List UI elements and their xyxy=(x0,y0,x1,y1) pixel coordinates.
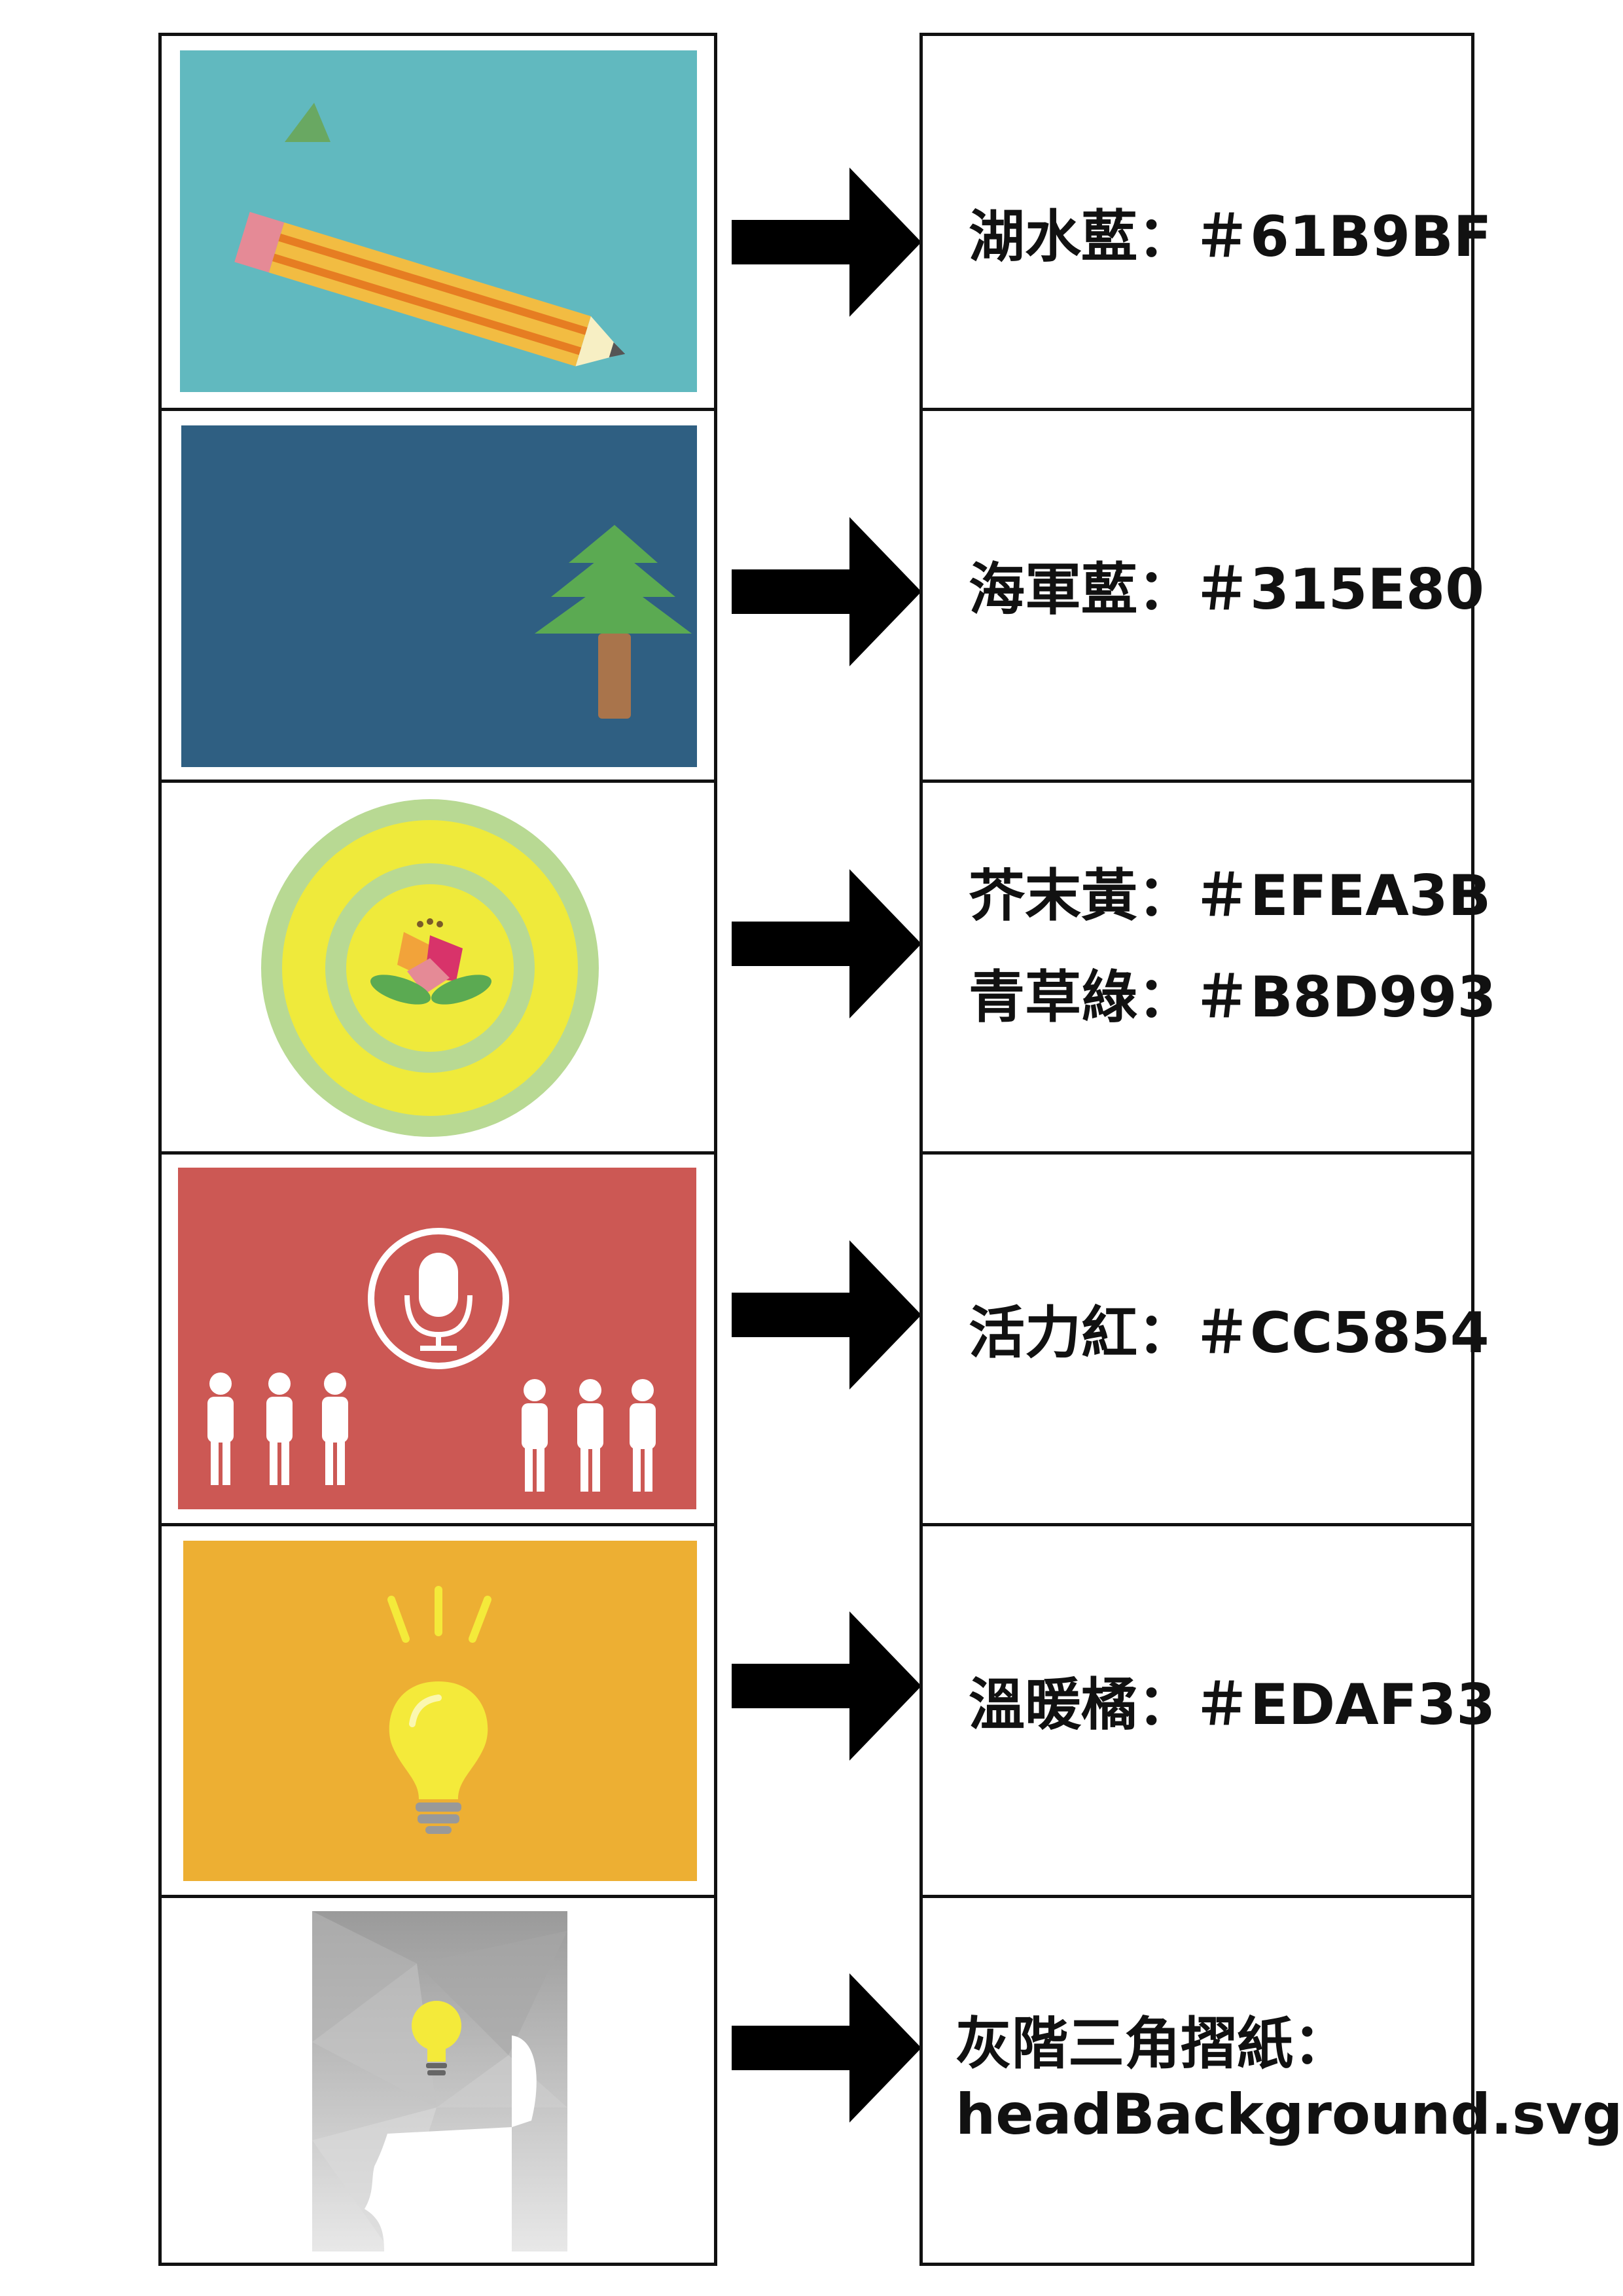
illustration-cell-red xyxy=(162,1151,714,1523)
pencil-illustration xyxy=(180,50,697,392)
color-label-grass: 青草綠：＃B8D993 xyxy=(969,963,1496,1033)
illustration-column xyxy=(158,33,717,2266)
texture-name: 灰階三角摺紙 xyxy=(955,2011,1293,2077)
color-label-aqua: 湖水藍：＃61B9BF xyxy=(969,202,1491,273)
color-label-mustard: 芥末黃：＃EFEA3B xyxy=(969,861,1491,932)
microphone-illustration xyxy=(178,1168,696,1509)
label-cell-red: 活力紅：＃CC5854 xyxy=(923,1151,1489,1523)
color-label-orange: 溫暖橘：＃EDAF33 xyxy=(969,1670,1495,1741)
label-separator: ： xyxy=(1137,1300,1194,1366)
label-cell-target: 芥末黃：＃EFEA3B 青草綠：＃B8D993 xyxy=(923,780,1496,1151)
color-hex: ＃CC5854 xyxy=(1194,1300,1489,1366)
label-column: 湖水藍：＃61B9BF 海軍藍：＃315E80 芥末黃：＃EFEA3B 青草綠：… xyxy=(919,33,1623,2266)
label-cell-grey: 灰階三角摺紙： headBackground.svg xyxy=(923,1895,1623,2263)
color-hex: ＃315E80 xyxy=(1194,557,1484,622)
texture-label: 灰階三角摺紙： headBackground.svg xyxy=(955,2009,1623,2150)
arrow-icon xyxy=(732,1240,921,1390)
illustration-cell-navy xyxy=(162,408,714,780)
arrow-icon xyxy=(732,1611,921,1761)
color-name: 活力紅 xyxy=(969,1300,1137,1366)
color-name: 芥末黃 xyxy=(969,863,1137,929)
label-separator: ： xyxy=(1137,1672,1194,1738)
illustration-cell-grey xyxy=(162,1895,714,2263)
label-separator: ： xyxy=(1137,204,1194,270)
color-hex: ＃EDAF33 xyxy=(1194,1672,1496,1738)
target-illustration xyxy=(261,799,599,1137)
label-separator: ： xyxy=(1137,965,1194,1030)
label-separator: ： xyxy=(1137,863,1194,929)
lightbulb-illustration xyxy=(183,1541,697,1881)
tree-illustration xyxy=(181,425,697,767)
color-label-red: 活力紅：＃CC5854 xyxy=(969,1299,1489,1369)
label-separator: ： xyxy=(1137,557,1194,622)
arrow-icon xyxy=(732,517,921,666)
color-hex: ＃EFEA3B xyxy=(1194,863,1491,929)
illustration-cell-orange xyxy=(162,1523,714,1895)
label-separator: ： xyxy=(1293,2011,1349,2077)
head-background-illustration xyxy=(312,1911,567,2251)
illustration-cell-aqua xyxy=(162,36,714,408)
color-name: 海軍藍 xyxy=(969,557,1137,622)
color-hex: ＃B8D993 xyxy=(1194,965,1497,1030)
color-name: 青草綠 xyxy=(969,965,1137,1030)
label-cell-navy: 海軍藍：＃315E80 xyxy=(923,408,1484,780)
label-cell-orange: 溫暖橘：＃EDAF33 xyxy=(923,1523,1495,1895)
color-hex: ＃61B9BF xyxy=(1194,204,1492,270)
color-name: 溫暖橘 xyxy=(969,1672,1137,1738)
label-cell-aqua: 湖水藍：＃61B9BF xyxy=(923,36,1491,408)
texture-filename: headBackground.svg xyxy=(955,2081,1623,2147)
arrow-icon xyxy=(732,1973,921,2123)
arrow-icon xyxy=(732,168,921,317)
color-label-navy: 海軍藍：＃315E80 xyxy=(969,555,1484,626)
color-name: 湖水藍 xyxy=(969,204,1137,270)
illustration-cell-target xyxy=(162,780,714,1151)
arrow-icon xyxy=(732,869,921,1018)
